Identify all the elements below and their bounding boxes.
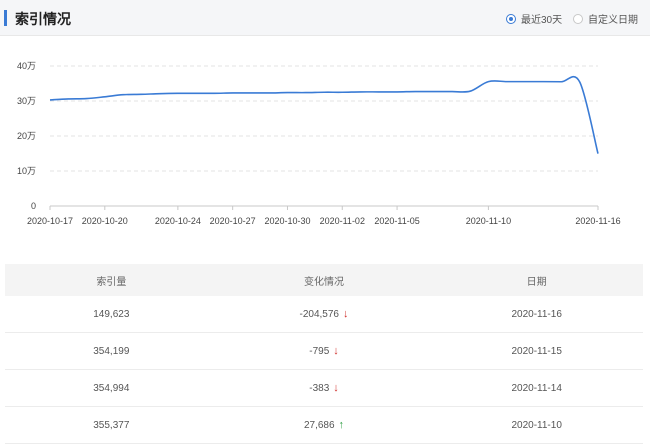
change-value: 27,686 — [303, 419, 335, 431]
count-cell: 149,623 — [93, 308, 130, 320]
date-cell: 2020-11-15 — [511, 345, 562, 357]
count-cell: 355,377 — [93, 419, 130, 431]
y-tick-label: 0 — [31, 201, 36, 211]
table-row: 149,623 -204,576 ↓ 2020-11-16 — [5, 296, 643, 333]
change-value: -795 — [309, 345, 330, 357]
column-header-change: 变化情况 — [304, 276, 344, 288]
column-header-count: 索引量 — [96, 276, 127, 288]
index-table: 索引量 变化情况 日期 149,623 -204,576 ↓ 2020-11-1… — [5, 264, 643, 444]
index-series-line — [49, 75, 599, 154]
table-row: 355,377 27,686 ↑ 2020-11-10 — [5, 407, 643, 444]
arrow-down-icon: ↓ — [333, 382, 339, 394]
column-header-date: 日期 — [526, 276, 547, 288]
y-tick-label: 10万 — [17, 166, 36, 176]
count-cell: 354,199 — [93, 345, 130, 357]
table-row: 354,994 -383 ↓ 2020-11-14 — [5, 370, 643, 407]
x-tick-label: 2020-11-02 — [320, 216, 365, 226]
x-tick-label: 2020-10-20 — [82, 216, 128, 226]
change-cell: 27,686 ↑ — [218, 407, 431, 443]
y-tick-label: 20万 — [17, 131, 36, 141]
section-title: 索引情况 — [15, 11, 71, 27]
x-tick-label: 2020-10-27 — [210, 216, 256, 226]
range-radio-custom-date[interactable]: 自定义日期 — [573, 11, 638, 26]
range-radio-last-30-days[interactable]: 最近30天 — [506, 11, 562, 26]
range-radio-label: 自定义日期 — [588, 15, 638, 26]
date-cell: 2020-11-16 — [511, 308, 562, 320]
count-cell: 354,994 — [93, 382, 130, 394]
date-cell: 2020-11-14 — [511, 382, 562, 394]
x-tick-label: 2020-11-05 — [374, 216, 419, 226]
x-tick-label: 2020-10-24 — [155, 216, 201, 226]
arrow-up-icon: ↑ — [338, 419, 345, 431]
change-cell: -795 ↓ — [218, 333, 431, 369]
y-tick-label: 30万 — [17, 96, 36, 106]
header-accent-bar — [4, 10, 7, 26]
section-header: 索引情况 最近30天 自定义日期 — [0, 0, 650, 36]
change-value: -383 — [309, 382, 330, 394]
arrow-down-icon: ↓ — [343, 308, 349, 320]
y-tick-label: 40万 — [17, 61, 36, 71]
x-tick-label: 2020-11-10 — [466, 216, 511, 226]
radio-checked-icon — [506, 13, 516, 24]
x-tick-label: 2020-11-16 — [575, 216, 620, 226]
table-row: 354,199 -795 ↓ 2020-11-15 — [5, 333, 643, 370]
date-cell: 2020-11-10 — [511, 419, 562, 431]
change-cell: -204,576 ↓ — [218, 296, 431, 332]
x-tick-label: 2020-10-30 — [264, 216, 310, 226]
change-value: -204,576 — [299, 308, 339, 320]
index-line-chart[interactable]: 0 10万 20万 30万 40万 2020-10-17 2020-10-20 2020-10… — [0, 50, 650, 240]
x-tick-label: 2020-10-17 — [27, 216, 73, 226]
change-cell: -383 ↓ — [218, 370, 431, 406]
radio-unchecked-icon — [573, 13, 583, 24]
table-header: 索引量 变化情况 日期 — [5, 264, 643, 296]
arrow-down-icon: ↓ — [333, 345, 339, 357]
range-radio-label: 最近30天 — [521, 15, 563, 26]
